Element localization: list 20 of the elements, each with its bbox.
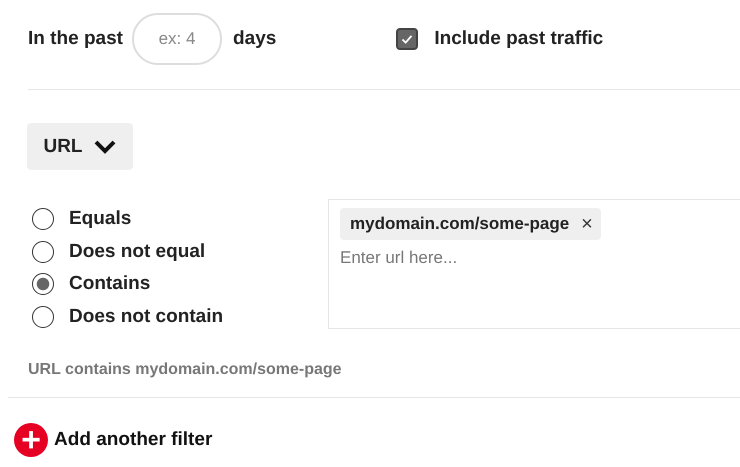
days-label: days (233, 28, 276, 50)
radio-label: Does not equal (69, 240, 206, 263)
radio-button[interactable] (32, 306, 54, 328)
checkbox[interactable] (396, 28, 418, 50)
days-input[interactable]: ex: 4 (132, 13, 222, 65)
radio-button[interactable] (32, 273, 54, 296)
radio-button[interactable] (32, 240, 54, 263)
radio-button[interactable] (32, 208, 54, 230)
checkbox-label: Include past traffic (434, 28, 604, 50)
radio-label: Contains (69, 273, 150, 296)
add-icon[interactable]: + (14, 423, 48, 457)
chevron-icon (92, 138, 117, 154)
period-label: In the past (28, 28, 124, 50)
url-tag: mydomain.com/some-page × (340, 208, 601, 240)
radio-label: Does not contain (69, 306, 224, 328)
url-dropdown[interactable]: URL (27, 123, 133, 170)
filter-summary: URL contains mydomain.com/some-page (28, 361, 343, 379)
add-filter-button[interactable]: Add another filter (54, 429, 212, 451)
remove-tag-button[interactable]: × (581, 212, 593, 236)
radio-label: Equals (69, 208, 132, 230)
